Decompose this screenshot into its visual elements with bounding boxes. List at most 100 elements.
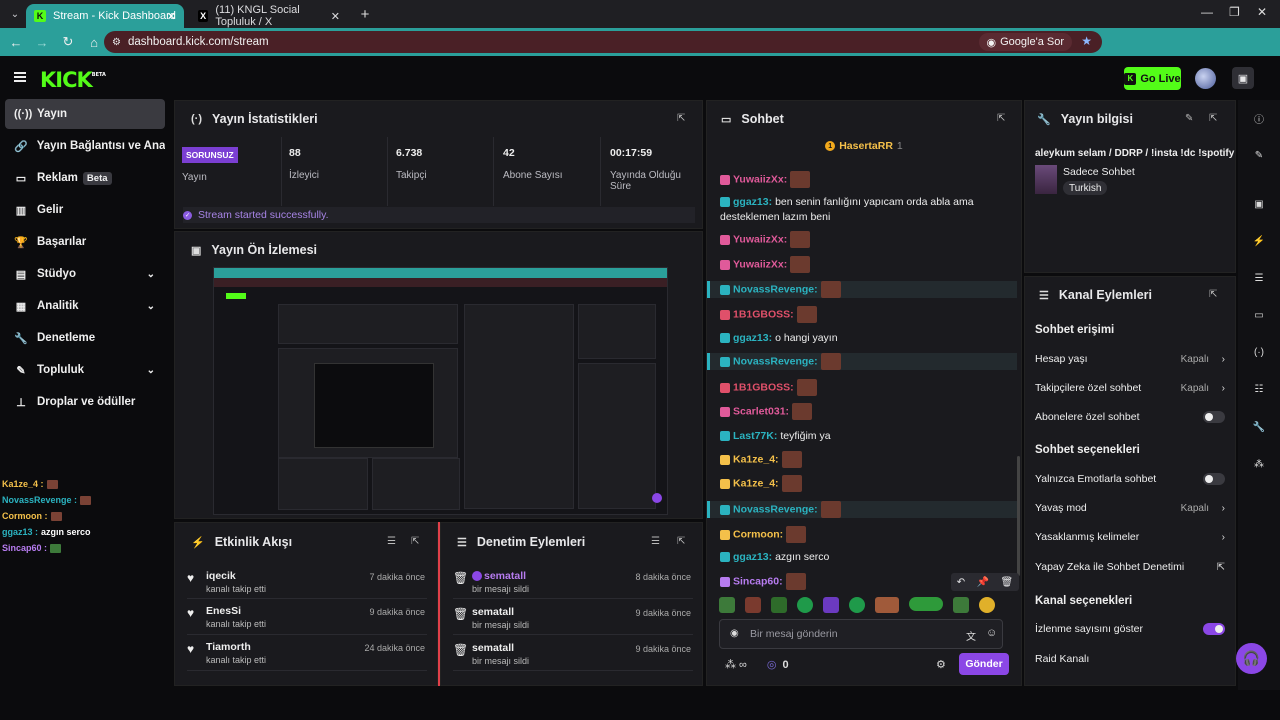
mod-user[interactable]: sematall xyxy=(472,606,514,618)
sidebar-item-topluluk[interactable]: ✎ Topluluk ⌄ xyxy=(5,355,165,385)
sidebar-item-denetleme[interactable]: 🔧 Denetleme xyxy=(5,323,165,353)
chat-message[interactable]: YuwaiizXx: xyxy=(707,231,1017,248)
emote-icon[interactable] xyxy=(979,597,995,613)
chat-message[interactable]: Scarlet031: xyxy=(707,403,1017,420)
close-tab-icon[interactable]: ✕ xyxy=(331,10,340,23)
back-icon[interactable]: ← xyxy=(4,30,28,54)
chat-username[interactable]: ggaz13: xyxy=(733,196,772,208)
chat-username[interactable]: YuwaiizXx: xyxy=(733,173,787,185)
tab-search-icon[interactable]: ⌄ xyxy=(4,3,26,25)
chat-input[interactable]: ◉ Bir mesaj gönderin 文 ☺ xyxy=(719,619,1003,649)
chat-username[interactable]: Last77K: xyxy=(733,430,777,442)
chat-username[interactable]: 1B1GBOSS: xyxy=(733,308,794,320)
chat-message[interactable]: ggaz13: o hangi yayın xyxy=(707,331,1017,346)
chat-message[interactable]: Last77K: teyfiğim ya xyxy=(707,429,1017,444)
show-viewers-toggle[interactable] xyxy=(1203,623,1225,635)
chat-username[interactable]: NovassRevenge: xyxy=(733,283,818,295)
emoji-icon[interactable]: ☺ xyxy=(986,627,997,639)
chat-username[interactable]: NovassRevenge: xyxy=(733,355,818,367)
close-tab-icon[interactable]: ✕ xyxy=(167,10,176,23)
event-user[interactable]: EnesSi xyxy=(206,605,241,617)
chat-username[interactable]: Sincap60: xyxy=(733,575,783,587)
new-tab-icon[interactable]: + xyxy=(354,3,376,25)
menu-icon[interactable] xyxy=(14,72,26,82)
info-icon[interactable]: ⓘ xyxy=(1250,109,1268,127)
chat-username[interactable]: 1B1GBOSS: xyxy=(733,381,794,393)
category-name[interactable]: Sadece Sohbet xyxy=(1063,166,1135,178)
chat-username[interactable]: Scarlet031: xyxy=(733,405,789,417)
chat-scrollbar[interactable] xyxy=(1017,456,1020,576)
raid-row[interactable]: Raid Kanalı xyxy=(1035,653,1227,665)
chat-message[interactable]: NovassRevenge: xyxy=(707,281,1017,298)
chat-username[interactable]: Ka1ze_4: xyxy=(733,477,779,489)
pinned-user[interactable]: 1 HasertaRR 1 xyxy=(707,137,1021,155)
chat-username[interactable]: Ka1ze_4: xyxy=(733,453,779,465)
wrench-icon[interactable]: 🔧 xyxy=(1250,418,1268,436)
chat-username[interactable]: NovassRevenge: xyxy=(733,503,818,515)
popout-icon[interactable]: ⇱ xyxy=(677,536,685,547)
chat-username[interactable]: ggaz13: xyxy=(733,551,772,563)
edit-icon[interactable]: ✎ xyxy=(1185,113,1193,124)
chat-message[interactable]: 1B1GBOSS: xyxy=(707,379,1017,396)
ask-google-button[interactable]: ◉ Google'a Sor xyxy=(978,33,1072,51)
sidebar-item-link-key[interactable]: 🔗 Yayın Bağlantısı ve Anahtar xyxy=(5,131,165,161)
chat-message[interactable]: Ka1ze_4: xyxy=(707,451,1017,468)
sidebar-item-basarilar[interactable]: 🏆 Başarılar xyxy=(5,227,165,257)
kick-points-icon[interactable]: ⁂ xyxy=(1250,455,1268,473)
sidebar-item-yayin[interactable]: ((·)) Yayın xyxy=(5,99,165,129)
sidebar-item-gelir[interactable]: ▥ Gelir xyxy=(5,195,165,225)
list-icon[interactable]: ☰ xyxy=(1250,269,1268,287)
forward-icon[interactable]: → xyxy=(30,30,54,54)
sidebar-item-analitik[interactable]: ▦ Analitik ⌄ xyxy=(5,291,165,321)
browser-tab-kick[interactable]: K Stream - Kick Dashboard ✕ xyxy=(26,4,184,28)
reload-icon[interactable]: ↻ xyxy=(56,30,80,54)
chat-message[interactable]: ggaz13: ben senin fanlığını yapıcam orda … xyxy=(707,195,1017,225)
chat-message[interactable]: NovassRevenge: xyxy=(707,353,1017,370)
stream-preview-video[interactable] xyxy=(213,267,668,515)
ai-moderation-row[interactable]: Yapay Zeka ile Sohbet Denetimi ⇱ xyxy=(1035,561,1227,573)
chat-message[interactable]: YuwaiizXx: xyxy=(707,171,1017,188)
channel-actions-icon[interactable]: ☷ xyxy=(1250,380,1268,398)
sidebar-item-studyo[interactable]: ▤ Stüdyo ⌄ xyxy=(5,259,165,289)
popout-icon[interactable]: ⇱ xyxy=(411,536,419,547)
chat-message[interactable]: YuwaiizXx: xyxy=(707,256,1017,273)
mod-user[interactable]: sematall xyxy=(472,642,514,654)
event-user[interactable]: iqecik xyxy=(206,570,236,582)
delete-icon[interactable]: 🗑 xyxy=(1001,577,1014,588)
event-user[interactable]: Tiamorth xyxy=(206,641,251,653)
lightning-icon[interactable]: ⚡ xyxy=(1250,232,1268,250)
popout-icon[interactable]: ⇱ xyxy=(1209,289,1217,300)
emote-icon[interactable] xyxy=(909,597,943,611)
browser-tab-x[interactable]: X (11) KNGL Social Topluluk / X ✕ xyxy=(190,4,348,28)
chat-settings-icon[interactable]: ⚙ xyxy=(936,658,946,671)
filter-icon[interactable]: ☰ xyxy=(651,536,660,547)
account-age-row[interactable]: Hesap yaşı Kapalı › xyxy=(1035,353,1227,365)
emote-icon[interactable] xyxy=(745,597,761,613)
banned-words-row[interactable]: Yasaklanmış kelimeler › xyxy=(1035,531,1227,543)
maximize-icon[interactable]: ❐ xyxy=(1229,5,1240,19)
chat-username[interactable]: ggaz13: xyxy=(733,332,772,344)
pin-icon[interactable]: 📌 xyxy=(977,577,989,588)
badge-icon[interactable]: ◉ xyxy=(730,628,739,639)
minimize-icon[interactable]: — xyxy=(1201,5,1213,19)
chat-bubble-icon[interactable]: ▭ xyxy=(1250,306,1268,324)
emote-icon[interactable] xyxy=(875,597,899,613)
sidebar-item-droplar[interactable]: ⊥ Droplar ve ödüller xyxy=(5,387,165,417)
emote-icon[interactable] xyxy=(823,597,839,613)
help-icon[interactable]: 🎧 xyxy=(1236,643,1267,674)
chat-message[interactable]: Cormoon: xyxy=(707,526,1017,543)
bookmark-star-icon[interactable]: ★ xyxy=(1081,34,1092,48)
filter-icon[interactable]: ☰ xyxy=(387,536,396,547)
video-icon[interactable]: ▣ xyxy=(1250,195,1268,213)
slow-mode-row[interactable]: Yavaş mod Kapalı › xyxy=(1035,502,1227,514)
chat-message[interactable]: NovassRevenge: xyxy=(707,501,1017,518)
sidebar-item-reklam[interactable]: ▭ Reklam Beta xyxy=(5,163,165,193)
edit-icon[interactable]: ✎ xyxy=(1250,146,1268,164)
mod-user[interactable]: sematall xyxy=(484,570,526,582)
broadcast-icon[interactable]: (·) xyxy=(1250,343,1268,361)
chat-username[interactable]: YuwaiizXx: xyxy=(733,258,787,270)
popout-icon[interactable]: ⇱ xyxy=(1209,113,1217,124)
popout-icon[interactable]: ⇱ xyxy=(997,113,1005,124)
followers-only-row[interactable]: Takipçilere özel sohbet Kapalı › xyxy=(1035,382,1227,394)
emote-icon[interactable] xyxy=(719,597,735,613)
